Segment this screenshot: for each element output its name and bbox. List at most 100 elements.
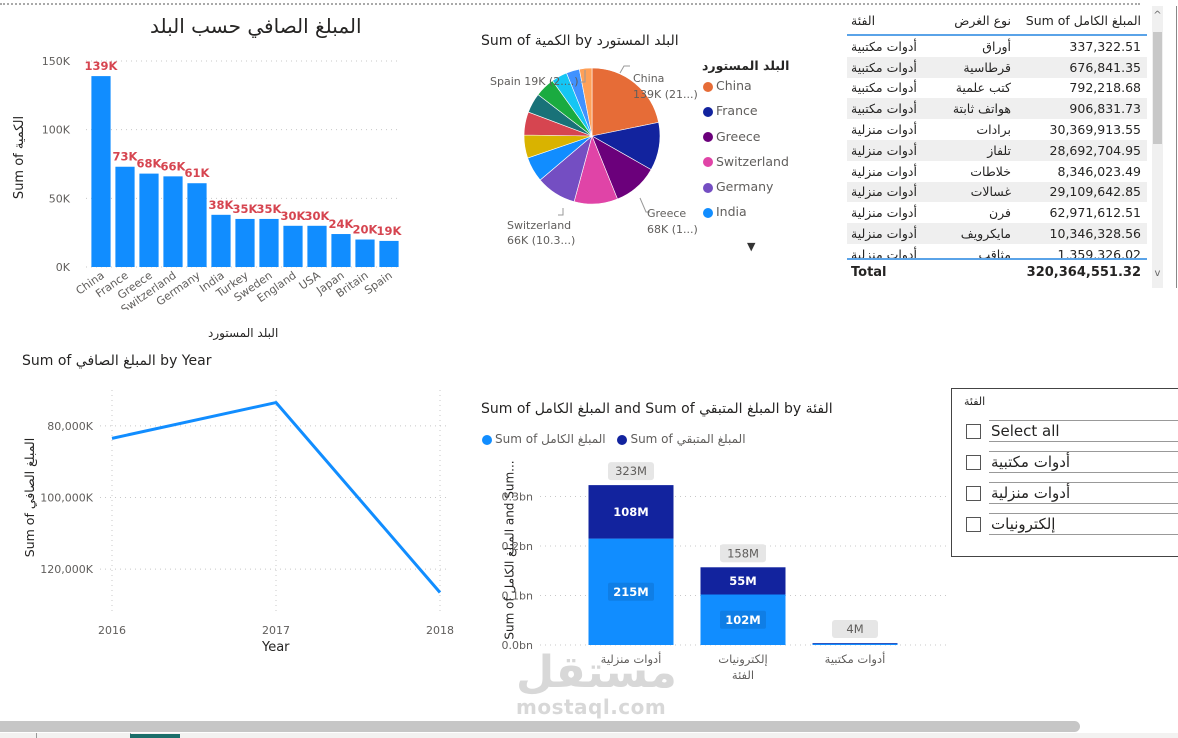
slicer-item-select-all[interactable]: Select all <box>966 419 1178 443</box>
x-axis-title: الفئة <box>732 668 754 682</box>
legend-item-remaining[interactable]: Sum of المبلغ المتبقي <box>617 432 746 446</box>
legend-dot-icon <box>703 207 713 218</box>
table-row[interactable]: أدوات منزلية مثاقب 1,359,326.02 <box>847 244 1147 260</box>
checkbox[interactable] <box>966 454 981 470</box>
category-slicer: الفئة Select all أدوات مكتبية أدوات منزل… <box>951 388 1178 557</box>
bar-data-label: 30K <box>281 209 307 223</box>
table-row[interactable]: أدوات منزلية تلفاز 28,692,704.95 <box>847 139 1147 161</box>
cell-sum: 676,841.35 <box>1069 59 1141 75</box>
checkbox[interactable] <box>966 516 981 532</box>
table-row[interactable]: أدوات منزلية غسالات 29,109,642.85 <box>847 181 1147 203</box>
cell-category: أدوات مكتبية <box>851 59 917 75</box>
legend-dot-icon <box>703 81 713 92</box>
checkbox[interactable] <box>966 485 981 501</box>
watermark: مستقل mostaql.com <box>516 650 677 719</box>
cell-purpose: أوراق <box>982 38 1011 54</box>
pie-legend: China France Greece Switzerland Germany India <box>703 78 789 230</box>
y-tick-label: 100,000K <box>40 492 93 505</box>
callout-china: China <box>633 72 664 85</box>
bar <box>379 240 399 267</box>
bar <box>187 183 207 267</box>
cell-category: أدوات مكتبية <box>851 80 917 96</box>
cell-sum: 792,218.68 <box>1069 80 1141 96</box>
table-row[interactable]: أدوات مكتبية كتب علمية 792,218.68 <box>847 78 1147 99</box>
table-row[interactable]: أدوات منزلية برادات 30,369,913.55 <box>847 119 1147 140</box>
legend-label: China <box>716 78 752 93</box>
stacked-legend: Sum of المبلغ الكامل Sum of المبلغ المتب… <box>482 432 746 446</box>
legend-dot-icon <box>703 132 713 143</box>
bar <box>355 239 375 267</box>
cell-purpose: فرن <box>988 205 1011 221</box>
bar <box>307 225 327 267</box>
legend-dot-icon <box>703 182 713 193</box>
callout-line <box>558 208 564 216</box>
line-chart-title: Sum of المبلغ الصافي by Year <box>22 353 212 369</box>
bar-data-label: 66K <box>161 159 187 173</box>
legend-item-full[interactable]: Sum of المبلغ الكامل <box>482 432 606 446</box>
data-label: 215M <box>613 585 648 599</box>
cell-sum: 1,359,326.02 <box>1057 246 1142 260</box>
y-tick-label: 0.2bn <box>502 540 533 553</box>
pie-legend-item[interactable]: China <box>703 78 789 103</box>
cell-category: أدوات منزلية <box>851 163 917 179</box>
bar-data-label: 38K <box>209 198 235 212</box>
callout-spain: Spain 19K (2....) <box>490 75 579 88</box>
cell-sum: 30,369,913.55 <box>1049 122 1141 138</box>
bar-segment-full <box>812 643 898 645</box>
legend-label: India <box>716 204 747 220</box>
table-row[interactable]: أدوات منزلية فرن 62,971,612.51 <box>847 202 1147 223</box>
slicer-item-label: إلكترونيات <box>989 513 1178 535</box>
bar-data-label: 20K <box>353 223 379 237</box>
bar-chart-title: المبلغ الصافي حسب البلد <box>150 14 362 38</box>
scroll-up-icon[interactable]: ^ <box>1152 10 1163 22</box>
cell-purpose: برادات <box>976 122 1011 138</box>
bar-data-label: 73K <box>113 150 139 164</box>
slicer-item-electronics[interactable]: إلكترونيات <box>966 512 1178 536</box>
slicer-item-office-supplies[interactable]: أدوات مكتبية <box>966 450 1178 474</box>
table-row[interactable]: أدوات منزلية خلاطات 8,346,023.49 <box>847 161 1147 182</box>
legend-label: Sum of المبلغ الكامل <box>495 432 606 446</box>
active-page-tab[interactable] <box>130 734 180 738</box>
table-row[interactable]: أدوات مكتبية هواتف ثابتة 906,831.73 <box>847 98 1147 120</box>
pie-legend-item[interactable]: Switzerland <box>703 154 789 179</box>
cell-category: أدوات منزلية <box>851 205 917 221</box>
cell-purpose: هواتف ثابتة <box>952 101 1011 117</box>
table-row[interactable]: أدوات منزلية مايكرويف 10,346,328.56 <box>847 223 1147 244</box>
legend-label: Greece <box>716 128 761 144</box>
col-header-sum[interactable]: Sum of المبلغ الكامل <box>1011 13 1147 28</box>
pie-legend-item[interactable]: Germany <box>703 179 789 204</box>
bar <box>163 176 183 267</box>
bar-data-label: 19K <box>377 224 403 238</box>
cell-purpose: خلاطات <box>970 163 1011 179</box>
pie-legend-item[interactable]: Greece <box>703 129 789 154</box>
pie-legend-title: البلد المستورد <box>702 58 790 73</box>
table-row[interactable]: أدوات مكتبية أوراق 337,322.51 <box>847 36 1147 57</box>
y-tick-label: 0.3bn <box>502 491 533 504</box>
pie-chart-title: Sum of الكمية by البلد المستورد <box>481 33 679 49</box>
col-header-category[interactable]: الفئة <box>847 13 921 28</box>
callout-switzerland-value: 66K (10.3...) <box>507 234 575 247</box>
cell-category: أدوات منزلية <box>851 246 917 260</box>
total-label: Total <box>851 264 887 280</box>
bar <box>283 225 303 267</box>
y-tick-label: 150K <box>42 55 71 68</box>
data-table: الفئة نوع الغرض Sum of المبلغ الكامل أدو… <box>847 6 1147 284</box>
bar-data-label: 35K <box>257 202 283 216</box>
horizontal-scrollbar[interactable] <box>0 721 1080 732</box>
table-scrollbar[interactable]: ^ v <box>1152 6 1163 288</box>
scroll-down-icon[interactable]: v <box>1152 268 1163 280</box>
bar-data-label: 139K <box>85 59 119 73</box>
line-chart: 120,000K 100,000K 80,000K 2016 2017 2018 <box>40 390 454 637</box>
tab-separator <box>36 733 37 738</box>
scroll-thumb[interactable] <box>1153 32 1162 144</box>
slicer-item-household[interactable]: أدوات منزلية <box>966 481 1178 505</box>
checkbox[interactable] <box>966 423 981 439</box>
cell-purpose: كتب علمية <box>955 80 1011 96</box>
pie-legend-item[interactable]: France <box>703 103 789 128</box>
legend-more-icon[interactable]: ▼ <box>747 240 755 253</box>
table-row[interactable]: أدوات مكتبية قرطاسية 676,841.35 <box>847 56 1147 78</box>
y-tick-label: 50K <box>49 192 71 205</box>
col-header-purpose[interactable]: نوع الغرض <box>921 13 1011 28</box>
pie-legend-item[interactable]: India <box>703 204 789 229</box>
cell-category: أدوات منزلية <box>851 226 917 242</box>
